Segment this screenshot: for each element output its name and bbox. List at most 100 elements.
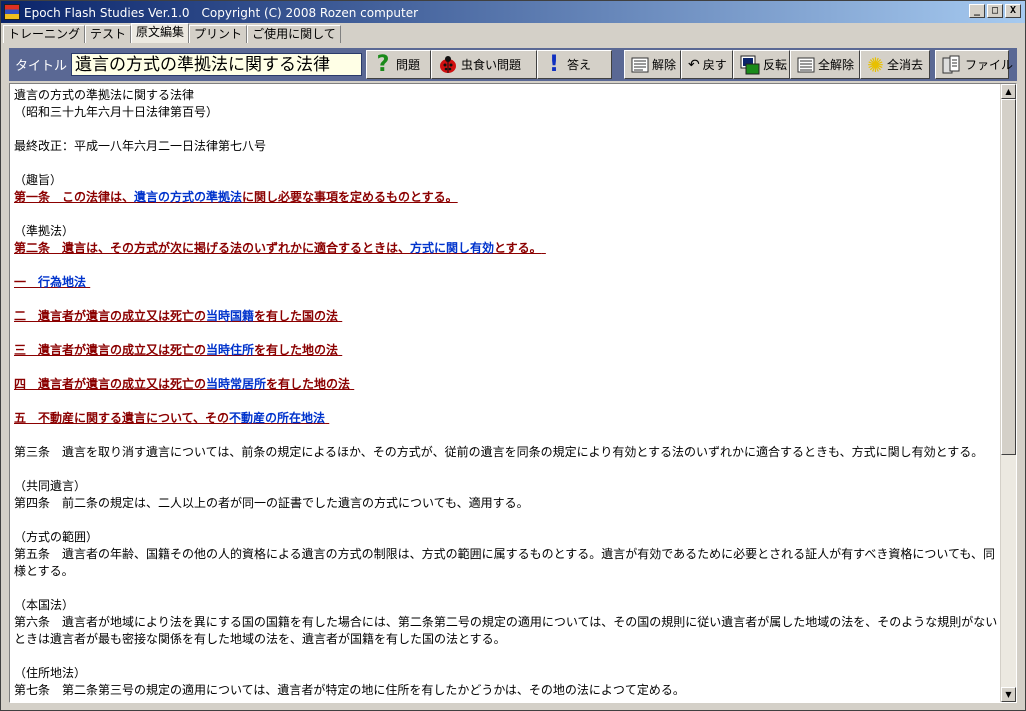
maximize-button[interactable]: □	[987, 4, 1003, 18]
app-icon[interactable]	[4, 4, 20, 20]
article-2-item-1: 一 行為地法	[14, 274, 1000, 291]
item-3-text-end: を有した地の法	[254, 343, 339, 357]
undo-button[interactable]: ↶ 戻す	[681, 50, 734, 79]
tab-strip: トレーニング テスト 原文編集 プリント ご使用に関して	[3, 23, 341, 43]
title-bar[interactable]: Epoch Flash Studies Ver.1.0 Copyright (C…	[1, 1, 1025, 23]
question-mark-icon: ?	[376, 52, 390, 77]
heading-scope-of-form: （方式の範囲）	[14, 530, 99, 544]
clear-all-button-label: 全消去	[887, 58, 924, 72]
scroll-up-button[interactable]: ▲	[1001, 84, 1016, 99]
item-2-text-end: を有した国の法	[254, 309, 339, 323]
last-amendment: 最終改正：平成一八年六月二一日法律第七八号	[14, 139, 267, 153]
close-button[interactable]: X	[1005, 4, 1021, 18]
heading-domicile-law: （住所地法）	[14, 666, 87, 680]
article-2-text: 第二条 遺言は、その方式が次に掲げる法のいずれかに適合するときは、	[14, 241, 411, 255]
tab-print[interactable]: プリント	[189, 25, 248, 43]
item-3-text: 三 遺言者が遺言の成立又は死亡の	[14, 343, 207, 357]
article-4: 第四条 前二条の規定は、二人以上の者が同一の証書でした遺言の方式についても、適用…	[14, 496, 529, 510]
clear-all-button[interactable]: ✺ 全消去	[860, 50, 931, 79]
article-2-item-3: 三 遺言者が遺言の成立又は死亡の当時住所を有した地の法	[14, 342, 1000, 359]
release-icon	[631, 55, 649, 75]
window-controls: _ □ X	[969, 4, 1021, 18]
law-number: （昭和三十九年六月十日法律第百号）	[14, 105, 219, 119]
article-1-keyword: 遺言の方式の準拠法	[134, 190, 243, 204]
ladybug-icon	[438, 55, 458, 75]
release-all-button-label: 全解除	[818, 58, 855, 72]
toolbar: タイトル 遺言の方式の準拠法に関する法律 ? 問題 虫食い問題 ! 答え 解除 …	[9, 48, 1017, 81]
heading-joint-will: （共同遺言）	[14, 479, 87, 493]
law-title: 遺言の方式の準拠法に関する法律	[14, 88, 195, 102]
item-5-text: 五 不動産に関する遺言について、その	[14, 411, 230, 425]
invert-button-label: 反転	[763, 58, 788, 72]
file-button[interactable]: ファイル	[935, 50, 1013, 79]
article-2-item-4: 四 遺言者が遺言の成立又は死亡の当時常居所を有した地の法	[14, 376, 1000, 393]
tab-training[interactable]: トレーニング	[3, 25, 86, 43]
invert-button[interactable]: 反転	[733, 50, 791, 79]
item-2-text: 二 遺言者が遺言の成立又は死亡の	[14, 309, 207, 323]
article-2-item-5: 五 不動産に関する遺言について、その不動産の所在地法	[14, 410, 1000, 427]
article-1-text: 第一条 この法律は、	[14, 190, 135, 204]
text-editor[interactable]: 遺言の方式の準拠法に関する法律 （昭和三十九年六月十日法律第百号） 最終改正：平…	[9, 83, 1017, 703]
tab-about-usage[interactable]: ご使用に関して	[247, 25, 341, 43]
tab-test[interactable]: テスト	[85, 25, 132, 43]
article-1: 第一条 この法律は、遺言の方式の準拠法に関し必要な事項を定めるものとする。	[14, 189, 1000, 206]
item-1-keyword: 行為地法	[38, 275, 87, 289]
question-button[interactable]: ? 問題	[366, 50, 432, 79]
article-5: 第五条 遺言者の年齢、国籍その他の人的資格による遺言の方式の制限は、方式の範囲に…	[14, 547, 996, 578]
document-text[interactable]: 遺言の方式の準拠法に関する法律 （昭和三十九年六月十日法律第百号） 最終改正：平…	[14, 87, 1000, 699]
file-icon	[942, 55, 962, 75]
article-6: 第六条 遺言者が地域により法を異にする国の国籍を有した場合には、第二条第二号の規…	[14, 615, 998, 646]
item-5-keyword: 不動産の所在地法	[229, 411, 326, 425]
article-1-text-end: に関し必要な事項を定めるものとする。	[242, 190, 458, 204]
article-3: 第三条 遺言を取り消す遺言については、前条の規定によるほか、その方式が、従前の遺…	[14, 445, 984, 459]
undo-arrow-icon: ↶	[688, 56, 700, 73]
item-3-keyword: 当時住所	[206, 343, 255, 357]
release-button[interactable]: 解除	[624, 50, 682, 79]
answer-button[interactable]: ! 答え	[537, 50, 613, 79]
file-button-label: ファイル	[965, 58, 1014, 72]
exclamation-icon: !	[548, 52, 560, 77]
item-4-text: 四 遺言者が遺言の成立又は死亡の	[14, 377, 207, 391]
title-input[interactable]: 遺言の方式の準拠法に関する法律	[71, 53, 363, 76]
article-7: 第七条 第二条第三号の規定の適用については、遺言者が特定の地に住所を有したかどう…	[14, 683, 685, 697]
bug-question-button-label: 虫食い問題	[461, 58, 522, 72]
app-window: Epoch Flash Studies Ver.1.0 Copyright (C…	[0, 0, 1026, 711]
scroll-thumb[interactable]	[1001, 99, 1016, 455]
article-2-item-2: 二 遺言者が遺言の成立又は死亡の当時国籍を有した国の法	[14, 308, 1000, 325]
article-2-keyword: 方式に関し有効	[410, 241, 495, 255]
scroll-down-button[interactable]: ▼	[1001, 687, 1016, 702]
item-2-keyword: 当時国籍	[206, 309, 255, 323]
article-2-text-end: とする。	[494, 241, 542, 255]
title-label: タイトル	[15, 59, 68, 74]
window-title: Epoch Flash Studies Ver.1.0 Copyright (C…	[24, 5, 419, 20]
release-all-button[interactable]: 全解除	[790, 50, 861, 79]
undo-button-label: 戻す	[702, 58, 727, 72]
heading-national-law: （本国法）	[14, 598, 75, 612]
answer-button-label: 答え	[567, 58, 592, 72]
invert-icon	[740, 55, 760, 75]
question-button-label: 問題	[396, 58, 421, 72]
minimize-button[interactable]: _	[969, 4, 985, 18]
tab-source-edit[interactable]: 原文編集	[131, 23, 190, 43]
bug-question-button[interactable]: 虫食い問題	[431, 50, 538, 79]
clear-all-icon: ✺	[867, 52, 884, 77]
item-4-keyword: 当時常居所	[206, 377, 267, 391]
release-all-icon	[797, 55, 815, 75]
vertical-scrollbar[interactable]: ▲ ▼	[1000, 84, 1016, 702]
item-4-text-end: を有した地の法	[266, 377, 351, 391]
heading-governing-law: （準拠法）	[14, 224, 75, 238]
release-button-label: 解除	[652, 58, 677, 72]
